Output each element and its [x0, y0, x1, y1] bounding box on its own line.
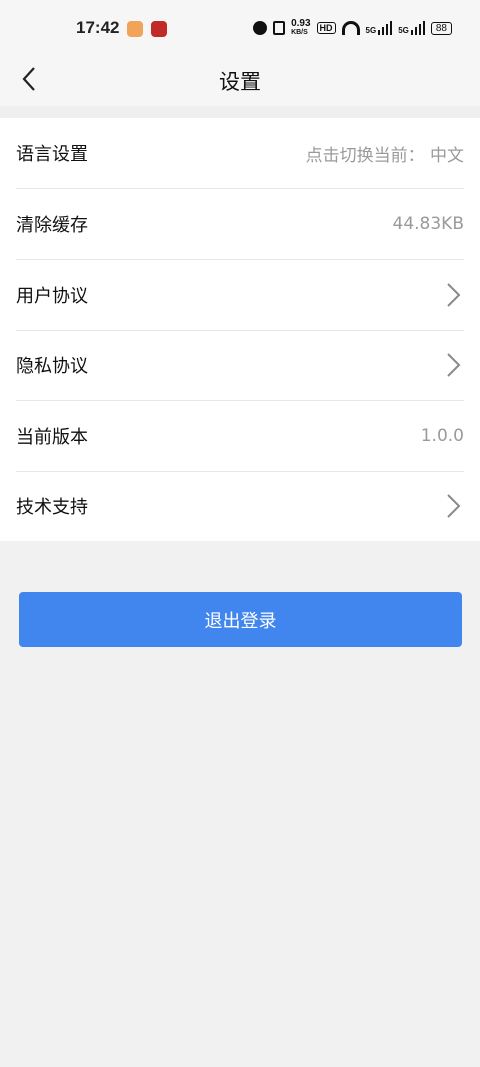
- battery-icon: 88: [430, 21, 452, 35]
- chevron-right-icon: [447, 494, 461, 518]
- settings-item-label: 当前版本: [16, 427, 88, 448]
- settings-item-clear-cache[interactable]: 清除缓存 44.83KB: [16, 189, 464, 260]
- section-divider: [0, 106, 480, 118]
- settings-item-user-agreement[interactable]: 用户协议: [16, 260, 464, 331]
- settings-list: 语言设置 点击切换当前： 中文 清除缓存 44.83KB 用户协议 隐私协议 当…: [0, 118, 480, 541]
- signal-icon: 5G: [398, 21, 425, 35]
- page-title: 设置: [219, 70, 261, 94]
- app-notification-icon: [151, 21, 167, 37]
- chevron-right-icon: [447, 283, 461, 307]
- status-bar: 17:42 0.93 KB/S HD 5G 5G 88: [0, 0, 480, 58]
- settings-item-value: 44.83KB: [392, 214, 464, 234]
- nav-header: 设置: [0, 58, 480, 106]
- logout-button[interactable]: 退出登录: [19, 592, 462, 647]
- settings-item-language[interactable]: 语言设置 点击切换当前： 中文: [16, 118, 464, 189]
- signal-icon: 5G: [366, 21, 393, 35]
- hd-icon: HD: [316, 22, 336, 34]
- settings-item-label: 语言设置: [16, 144, 88, 165]
- settings-item-privacy-policy[interactable]: 隐私协议: [16, 330, 464, 401]
- settings-item-value: 1.0.0: [420, 426, 464, 446]
- net-speed: 0.93 KB/S: [291, 18, 311, 37]
- chevron-right-icon: [447, 353, 461, 377]
- alarm-icon: [253, 21, 268, 35]
- settings-item-tech-support[interactable]: 技术支持: [16, 471, 464, 541]
- status-time: 17:42: [76, 18, 120, 37]
- settings-item-label: 用户协议: [16, 286, 88, 307]
- bluetooth-icon: [273, 21, 286, 35]
- settings-item-version[interactable]: 当前版本 1.0.0: [16, 401, 464, 472]
- settings-item-label: 清除缓存: [16, 215, 88, 236]
- settings-item-label: 技术支持: [16, 497, 88, 518]
- app-notification-icon: [127, 21, 143, 37]
- settings-item-label: 隐私协议: [16, 356, 88, 377]
- wifi-icon: [341, 21, 360, 35]
- settings-item-value: 点击切换当前： 中文: [305, 145, 464, 166]
